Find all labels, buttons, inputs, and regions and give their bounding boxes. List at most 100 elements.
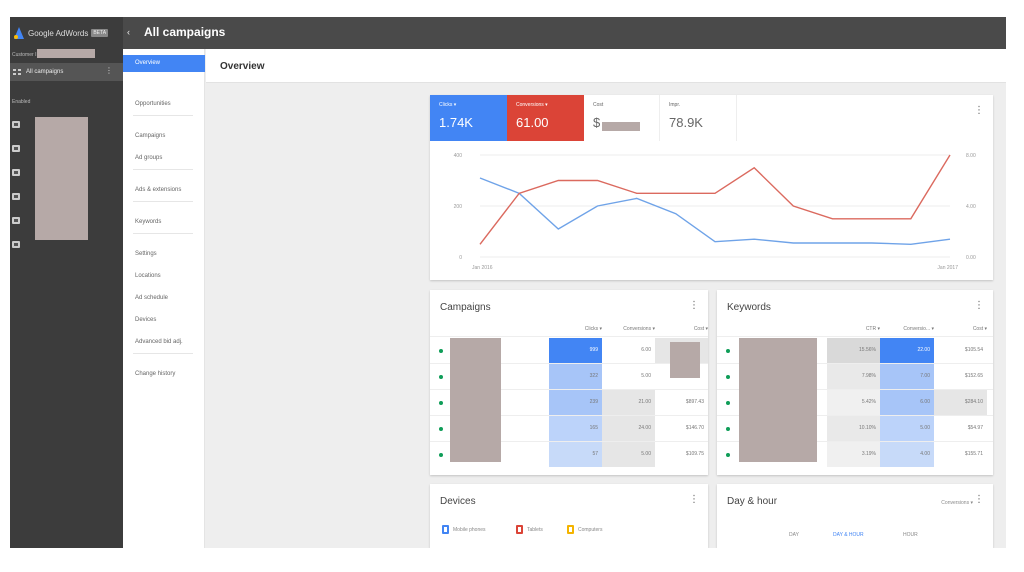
column-header[interactable]: Conversio... ▾: [880, 326, 934, 332]
y-right-tick-label: 8.00: [966, 153, 976, 159]
table-cell: $897.43: [655, 390, 708, 415]
legend-tablets[interactable]: Tablets: [516, 525, 543, 534]
page-title: Overview: [220, 61, 265, 72]
day-hour-menu-icon[interactable]: ⋮: [974, 494, 984, 505]
devices-menu-icon[interactable]: ⋮: [689, 494, 699, 505]
tab-day[interactable]: DAY: [789, 532, 799, 538]
campaign-icon[interactable]: [12, 193, 20, 200]
metric-value: 78.9K: [669, 115, 703, 130]
more-options-icon[interactable]: ⋮: [105, 66, 113, 75]
legend-label: Mobile phones: [453, 526, 486, 533]
nav-item-campaigns[interactable]: Campaigns: [135, 133, 165, 139]
campaigns-menu-icon[interactable]: ⋮: [689, 300, 699, 311]
keywords-menu-icon[interactable]: ⋮: [974, 300, 984, 311]
table-cell: 10.10%: [827, 416, 880, 441]
conversions-series-line: [479, 154, 951, 245]
table-cell: 7.00: [880, 364, 934, 389]
status-dot: [439, 375, 443, 379]
performance-line-chart: 400 200 0 8.00 4.00 0.00 Jan 2016 Jan 2017: [454, 153, 976, 271]
metric-clicks[interactable]: Clicks ▾ 1.74K: [430, 95, 507, 141]
clicks-series-line: [479, 177, 951, 246]
brand-name: Google AdWords: [28, 28, 89, 38]
status-dot: [726, 375, 730, 379]
column-header[interactable]: Cost ▾: [655, 326, 708, 332]
y-left-tick-label: 400: [454, 153, 463, 159]
adwords-window: Google AdWords BETA ‹ All campaigns Cust…: [10, 17, 1006, 548]
table-cell: 22.00: [880, 338, 934, 363]
table-cell: $109.75: [655, 442, 708, 467]
nav-divider: [133, 353, 193, 354]
nav-item-change-history[interactable]: Change history: [135, 371, 175, 377]
nav-item-ad-groups[interactable]: Ad groups: [135, 155, 162, 161]
nav-item-settings[interactable]: Settings: [135, 251, 157, 257]
nav-item-ads-extensions[interactable]: Ads & extensions: [135, 187, 181, 193]
metric-label: Impr.: [669, 102, 681, 108]
column-header[interactable]: CTR ▾: [827, 326, 880, 332]
metric-label: Clicks ▾: [439, 102, 457, 108]
redacted-campaign-names: [35, 117, 88, 240]
y-right-tick-label: 4.00: [966, 204, 976, 210]
campaign-icon[interactable]: [12, 145, 20, 152]
all-campaigns-item[interactable]: All campaigns ⋮: [10, 63, 123, 81]
status-dot: [726, 453, 730, 457]
metric-label: Conversions ▾: [516, 102, 548, 108]
status-dot: [439, 401, 443, 405]
table-cell: $146.70: [655, 416, 708, 441]
nav-item-overview[interactable]: Overview: [123, 55, 205, 72]
status-dot: [726, 349, 730, 353]
metric-impressions[interactable]: Impr. 78.9K: [660, 95, 737, 141]
card-title: Day & hour: [727, 496, 778, 507]
table-cell: $155.71: [934, 442, 987, 467]
campaign-icon[interactable]: [12, 121, 20, 128]
nav-item-ad-schedule[interactable]: Ad schedule: [135, 295, 168, 301]
y-right-tick-label: 0.00: [966, 255, 976, 261]
campaign-icon[interactable]: [12, 241, 20, 248]
legend-mobile-phones[interactable]: Mobile phones: [442, 525, 486, 534]
computer-icon: [567, 525, 574, 534]
tablet-icon: [516, 525, 523, 534]
campaign-icon[interactable]: [12, 169, 20, 176]
status-dot: [439, 349, 443, 353]
column-header[interactable]: Clicks ▾: [549, 326, 602, 332]
column-header[interactable]: Cost ▾: [934, 326, 987, 332]
tab-day-hour[interactable]: DAY & HOUR: [833, 532, 864, 538]
card-title: Keywords: [727, 302, 771, 313]
table-cell: 3.19%: [827, 442, 880, 467]
section-nav: Overview Opportunities Campaigns Ad groups…: [123, 49, 205, 548]
table-cell: 5.00: [602, 442, 655, 467]
nav-item-devices[interactable]: Devices: [135, 317, 156, 323]
legend-computers[interactable]: Computers: [567, 525, 602, 534]
table-cell: 5.00: [880, 416, 934, 441]
nav-item-keywords[interactable]: Keywords: [135, 219, 161, 225]
column-header[interactable]: Conversions ▾: [602, 326, 655, 332]
nav-item-opportunities[interactable]: Opportunities: [135, 101, 171, 107]
chart-menu-icon[interactable]: ⋮: [974, 105, 984, 116]
metric-dropdown[interactable]: Conversions ▾: [941, 500, 973, 506]
table-cell: 5.42%: [827, 390, 880, 415]
redacted-value: [450, 338, 501, 462]
table-cell: 57: [549, 442, 602, 467]
table-cell: 322: [549, 364, 602, 389]
nav-item-advanced-bid-adj[interactable]: Advanced bid adj.: [135, 339, 183, 345]
card-title: Devices: [440, 496, 476, 507]
metric-value: 61.00: [516, 115, 549, 130]
table-cell: 4.00: [880, 442, 934, 467]
status-dot: [726, 427, 730, 431]
grid-icon: [13, 69, 21, 75]
beta-badge: BETA: [91, 29, 109, 37]
collapse-sidebar-icon[interactable]: ‹: [127, 27, 130, 37]
brand-block[interactable]: Google AdWords BETA: [10, 17, 123, 49]
metric-conversions[interactable]: Conversions ▾ 61.00: [507, 95, 584, 141]
day-hour-card: Day & hour Conversions ▾ ⋮ DAY DAY & HOUR…: [717, 484, 993, 548]
campaign-icon[interactable]: [12, 217, 20, 224]
devices-card: Devices ⋮ Mobile phones Tablets Computers: [430, 484, 708, 548]
nav-item-locations[interactable]: Locations: [135, 273, 161, 279]
redacted-cost-value: [602, 122, 640, 131]
page-heading: All campaigns: [144, 25, 226, 39]
table-cell: 24.00: [602, 416, 655, 441]
enabled-label: Enabled: [12, 99, 31, 105]
campaigns-card: Campaigns ⋮ Clicks ▾ Conversions ▾ Cost ▾ 9…: [430, 290, 708, 475]
tab-hour[interactable]: HOUR: [903, 532, 918, 538]
main-header: Overview: [206, 49, 1006, 83]
metric-cost[interactable]: Cost $: [584, 95, 660, 141]
